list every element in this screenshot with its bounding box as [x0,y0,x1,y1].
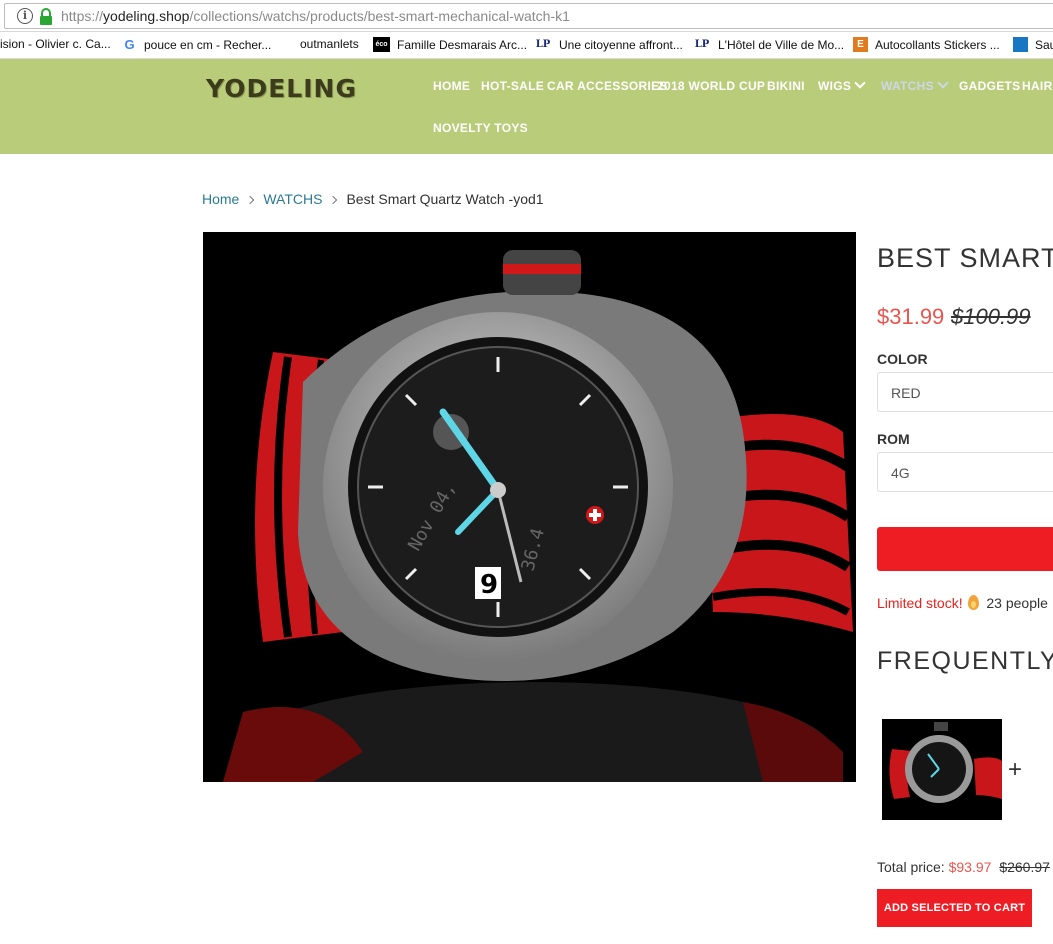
nav-car-accessories[interactable]: CAR ACCESSORIES [547,79,668,93]
site-header: YODELING HOME HOT-SALE CAR ACCESSORIES 2… [0,59,1053,154]
bookmark-item[interactable]: Sau [1013,37,1053,52]
url-text: https://yodeling.shop/collections/watchs… [61,8,570,24]
nav-hair[interactable]: HAIR [1022,79,1053,93]
breadcrumb-home[interactable]: Home [202,191,239,207]
chevron-down-icon [854,77,866,89]
info-icon[interactable]: i [17,8,33,24]
nav-wigs[interactable]: WIGS [818,77,866,93]
bundle-thumbnail[interactable] [882,719,1002,820]
limited-stock-text: Limited stock! [877,595,963,611]
nav-world-cup[interactable]: 2018 WORLD CUP [657,79,765,93]
bookmark-item[interactable]: E Autocollants Stickers ... [853,37,1000,52]
nav-gadgets[interactable]: GADGETS [959,79,1020,93]
nav-home[interactable]: HOME [433,79,470,93]
chevron-right-icon [329,195,338,205]
watch-image: Nov 04, 36.4 9 [203,232,856,782]
chevron-down-icon [937,77,949,89]
breadcrumb: Home WATCHS Best Smart Quartz Watch -yod1 [202,191,544,207]
lock-icon [40,8,52,25]
bookmark-item[interactable]: éco Famille Desmarais Arc... [373,37,527,52]
address-bar: i https://yodeling.shop/collections/watc… [0,0,1053,32]
lp-icon: LP [535,39,551,50]
site-logo[interactable]: YODELING [206,74,357,103]
nav-novelty-toys[interactable]: NOVELTY TOYS [433,121,528,135]
eco-icon: éco [373,37,390,52]
breadcrumb-collection[interactable]: WATCHS [263,191,322,207]
svg-text:9: 9 [480,570,498,600]
e-icon: E [853,37,868,52]
total-sale-price: $93.97 [948,859,992,875]
stock-notice: Limited stock! 23 people [877,595,1048,611]
add-selected-to-cart-button[interactable]: ADD SELECTED TO CART [877,889,1032,927]
rom-select[interactable]: 4G [877,452,1053,492]
color-label: COLOR [877,351,928,367]
bookmark-item[interactable]: LP L'Hôtel de Ville de Mo... [693,37,844,52]
bookmark-item[interactable]: ision - Olivier c. Ca... [0,37,111,51]
people-count-text: 23 people [986,595,1048,611]
plus-icon: + [1008,756,1023,783]
bundle-total: Total price: $93.97 $260.97 [877,859,1050,875]
add-to-cart-button[interactable] [877,527,1053,571]
watch-thumbnail-image [882,719,1002,820]
nav-bikini[interactable]: BIKINI [767,79,805,93]
bookmarks-bar: ision - Olivier c. Ca... Gpouce en cm - … [0,32,1053,59]
chevron-right-icon [246,195,255,205]
bookmark-item[interactable]: LP Une citoyenne affront... [534,37,683,52]
rom-label: ROM [877,431,910,447]
total-old-price: $260.97 [999,859,1050,875]
flame-icon [968,595,980,610]
product-price: $31.99 [877,304,945,329]
color-select[interactable]: RED [877,372,1053,412]
frequently-bought-title: FREQUENTLY E [877,647,1053,675]
blue-square-icon [1013,37,1028,52]
url-field[interactable]: i https://yodeling.shop/collections/watc… [4,3,1053,29]
product-title: BEST SMART [877,243,1053,273]
compare-price: $100.99 [951,304,1031,329]
total-label: Total price: [877,859,945,875]
product-image[interactable]: Nov 04, 36.4 9 [203,232,856,782]
bookmark-item[interactable]: Gpouce en cm - Recher... [122,37,271,52]
bookmark-item[interactable]: outmanlets [300,37,359,51]
nav-hot-sale[interactable]: HOT-SALE [481,79,544,93]
lp-icon: LP [694,39,710,50]
google-icon: G [124,37,135,52]
breadcrumb-current: Best Smart Quartz Watch -yod1 [346,191,544,207]
nav-watchs[interactable]: WATCHS [881,77,949,93]
